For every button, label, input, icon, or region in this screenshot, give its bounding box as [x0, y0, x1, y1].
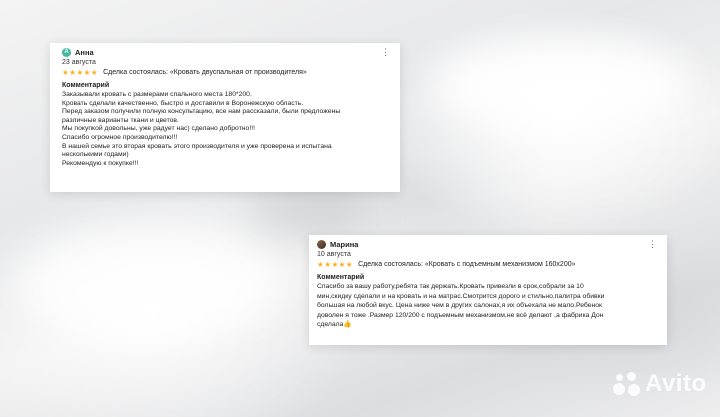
review-date: 10 августа — [317, 251, 351, 258]
deal-row: ★★★★★ Сделка состоялась: «Кровать двуспа… — [62, 68, 390, 77]
comment-text: Заказывали кровать с размерами спального… — [62, 91, 390, 168]
avito-watermark: Avito — [613, 370, 707, 398]
rating-stars: ★★★★★ — [317, 260, 354, 269]
more-menu-icon[interactable]: ⋮ — [381, 48, 390, 57]
avatar — [317, 240, 326, 249]
comment-line: мин,скидку сделали и на кровать и на мат… — [317, 292, 605, 300]
comment-title: Комментарий — [62, 82, 110, 89]
comment-text: Спасибо за вашу работу,ребята так держат… — [317, 282, 657, 330]
comment-line: несколькими годами) — [62, 151, 129, 159]
author-name: Анна — [75, 48, 94, 57]
review-header: Марина ⋮ — [317, 240, 657, 249]
comment-line: Рекомендую к покупке!!! — [62, 159, 139, 167]
comment-line: сделала👍 — [317, 321, 352, 328]
comment-line: Кровать сделали качественно, быстро и до… — [62, 99, 304, 107]
fabric-highlight — [430, 40, 690, 130]
fabric-highlight — [20, 230, 280, 340]
comment-line: Мы покупкой довольны, уже радует нас) сд… — [62, 125, 256, 133]
review-card: А Анна ⋮ 23 августа ★★★★★ Сделка состоял… — [50, 43, 400, 192]
more-menu-icon[interactable]: ⋮ — [648, 240, 657, 249]
comment-line: Спасибо за вашу работу,ребята так держат… — [317, 283, 584, 290]
review-date: 23 августа — [62, 59, 96, 66]
comment-line: Спасибо огромное производителю!!! — [62, 133, 178, 141]
review-card: Марина ⋮ 10 августа ★★★★★ Сделка состоял… — [309, 235, 667, 345]
avito-logo-icon — [613, 372, 641, 396]
comment-line: Заказывали кровать с размерами спального… — [62, 91, 252, 98]
review-header: А Анна ⋮ — [62, 48, 390, 57]
comment-line: доволен я тоже .Размер 120/200 с подъемн… — [317, 311, 604, 319]
rating-stars: ★★★★★ — [62, 68, 99, 77]
comment-line: В нашей семье это вторая кровать этого п… — [62, 142, 332, 150]
deal-text: Сделка состоялась: «Кровать с подъемным … — [358, 261, 576, 268]
deal-row: ★★★★★ Сделка состоялась: «Кровать с подъ… — [317, 260, 657, 269]
comment-line: большая на любой вкус. Цена ниже чем в д… — [317, 302, 603, 309]
watermark-text: Avito — [645, 370, 707, 397]
deal-text: Сделка состоялась: «Кровать двуспальная … — [103, 69, 307, 76]
comment-title: Комментарий — [317, 274, 365, 281]
avatar: А — [62, 48, 71, 57]
author-name: Марина — [330, 240, 359, 249]
comment-line: Перед заказом получили полную консультац… — [62, 108, 341, 116]
